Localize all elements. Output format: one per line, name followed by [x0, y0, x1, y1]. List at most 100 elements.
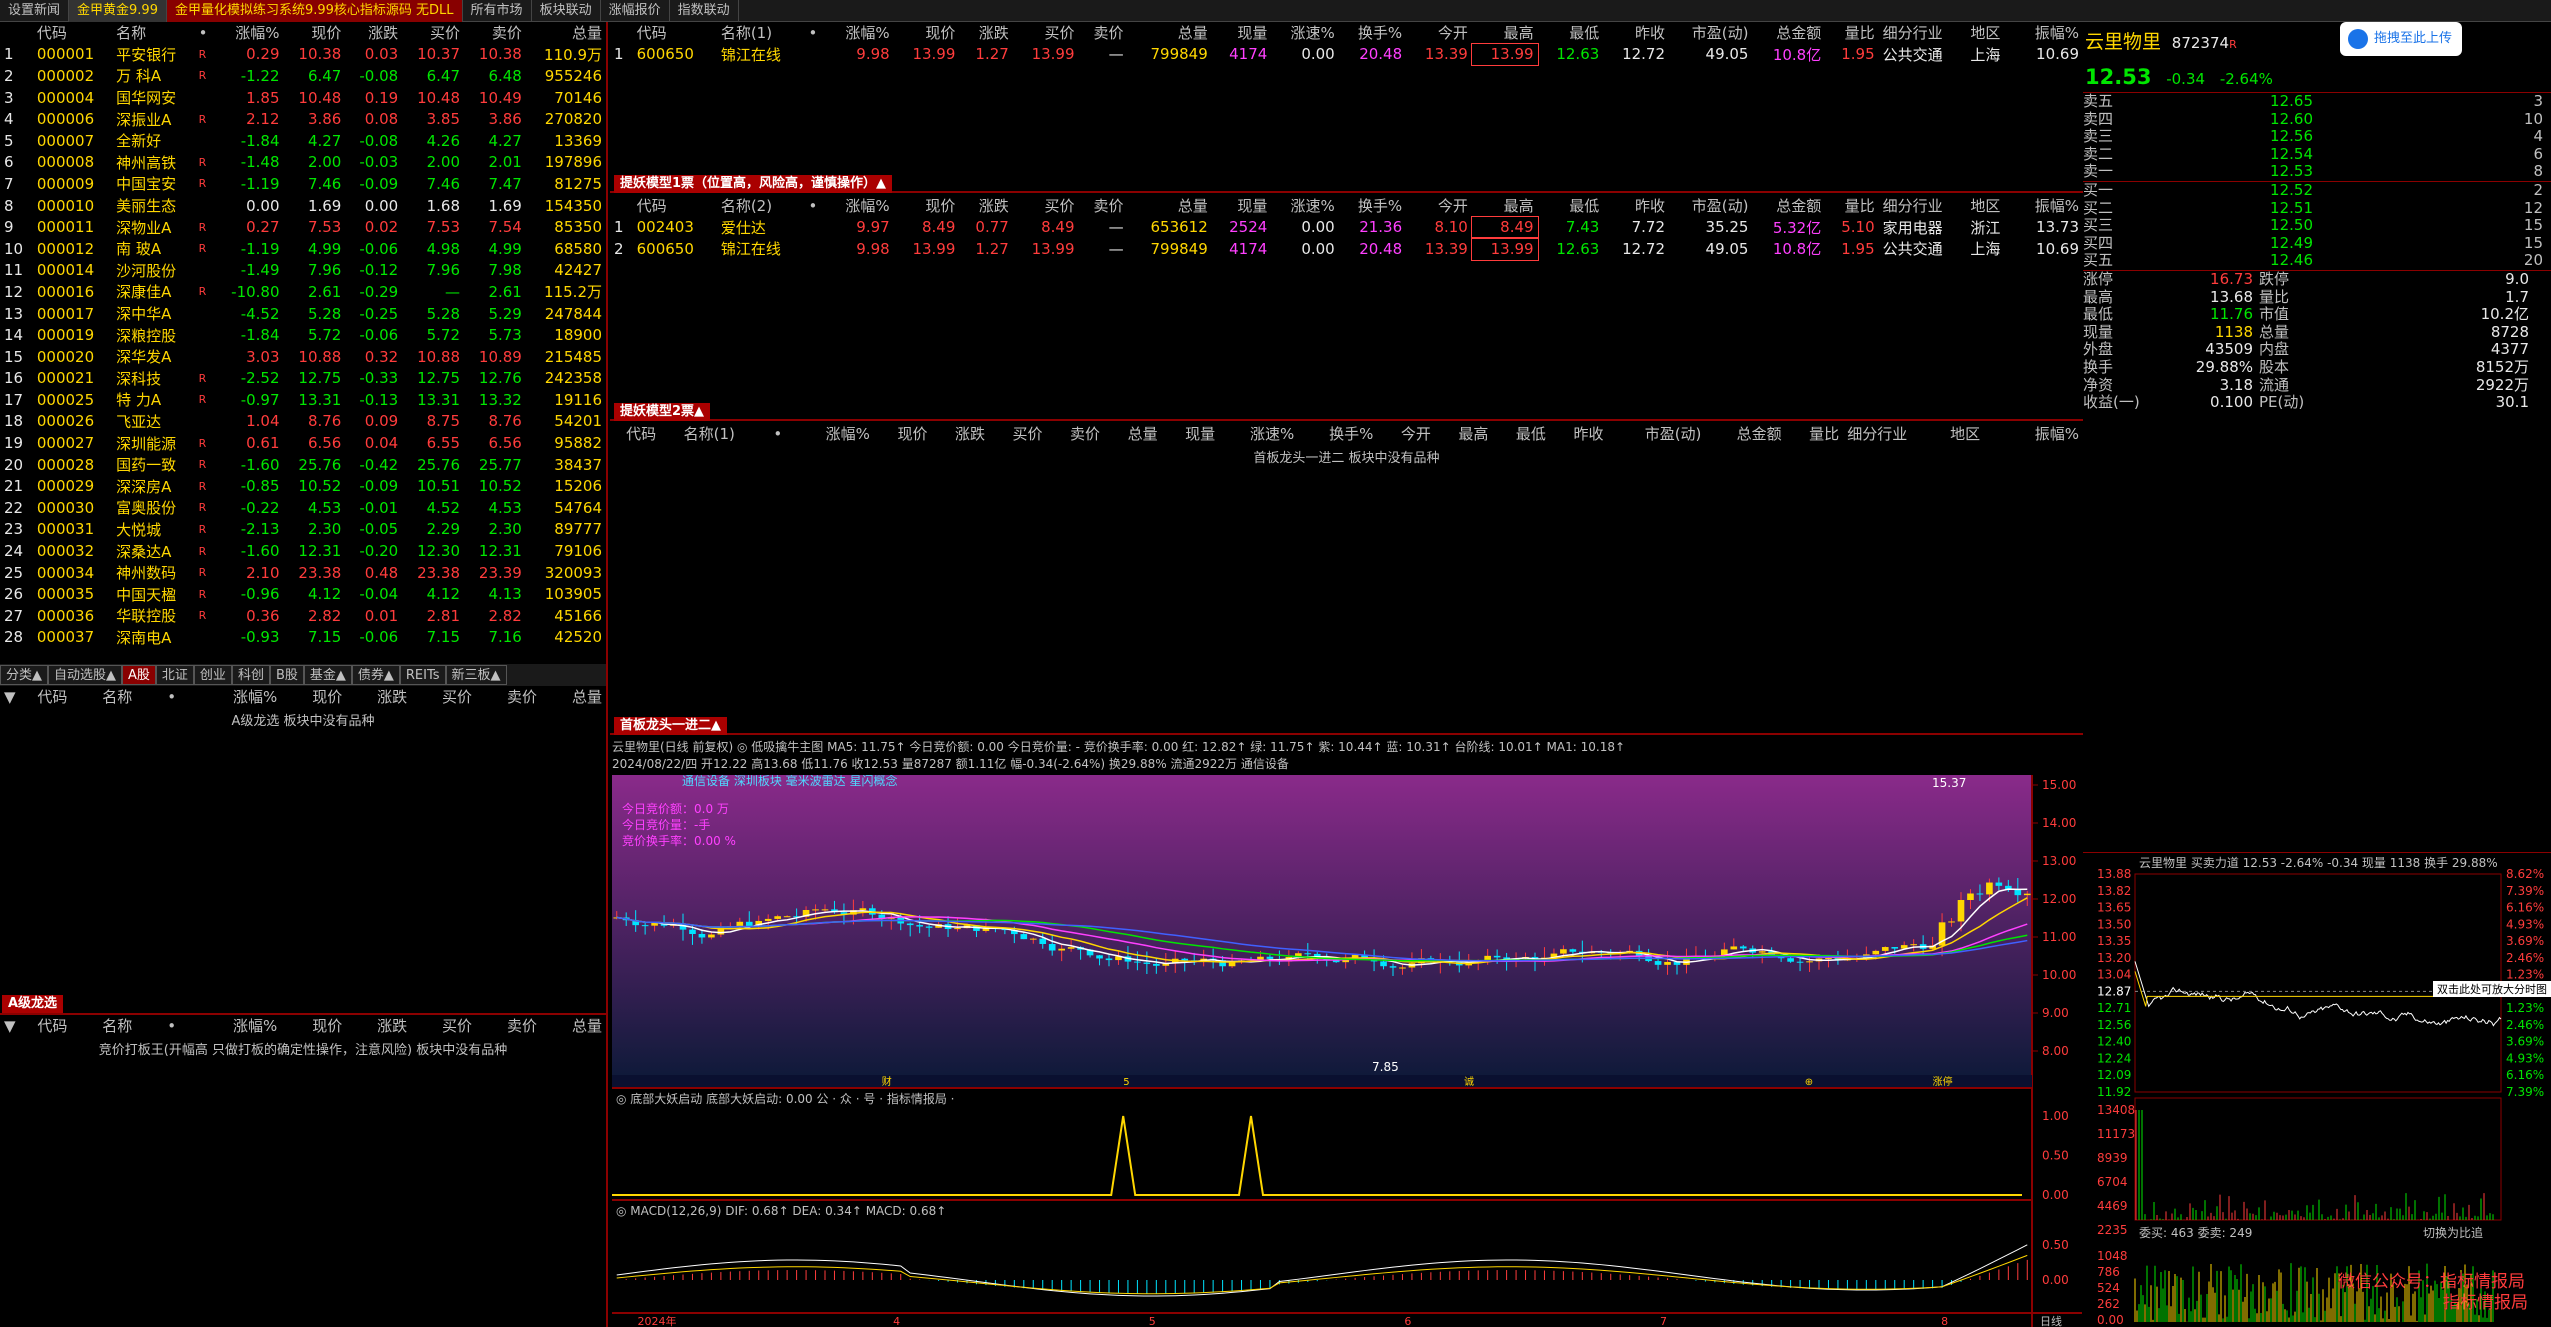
col-header[interactable]: 现量: [1212, 22, 1272, 44]
book-row[interactable]: 卖三 12.56 4: [2083, 128, 2551, 146]
tab-news[interactable]: 设置新闻: [0, 0, 70, 22]
col-header[interactable]: 现价: [894, 22, 960, 44]
left-col-header[interactable]: [0, 22, 33, 44]
left-col-header[interactable]: 卖价: [464, 22, 526, 44]
table-row[interactable]: 19 000027 深圳能源 R 0.61 6.56 0.04 6.55 6.56 95882: [0, 432, 606, 454]
table-row[interactable]: 7 000009 中国宝安 R -1.19 7.46 -0.09 7.46 7.47 81275: [0, 173, 606, 195]
expand-icon[interactable]: ▼: [0, 686, 33, 708]
col-header[interactable]: 市盈(动): [1669, 22, 1752, 44]
col-header[interactable]: 总量: [541, 1015, 606, 1037]
tab-quant[interactable]: 金甲量化模拟练习系统9.99核心指标源码 无DLL: [166, 0, 463, 22]
left-col-header[interactable]: 现价: [284, 22, 346, 44]
col-header[interactable]: [610, 195, 633, 217]
col-header[interactable]: 名称: [98, 1015, 163, 1037]
market-subtab[interactable]: 分类▲: [0, 665, 48, 685]
col-header[interactable]: 涨幅%: [192, 1015, 281, 1037]
col-header[interactable]: 细分行业: [1843, 423, 1946, 445]
col-header[interactable]: 代码: [622, 423, 680, 445]
col-header[interactable]: 涨速%: [1271, 195, 1338, 217]
table-row[interactable]: 5 000007 全新好 -1.84 4.27 -0.08 4.26 4.27 13369: [0, 130, 606, 152]
col-header[interactable]: •: [769, 423, 795, 445]
book-row[interactable]: 买五 12.46 20: [2083, 252, 2551, 270]
table-row[interactable]: 1 002403 爱仕达 9.97 8.49 0.77 8.49 — 653612 2524 0.0…: [610, 215, 2083, 240]
col-header[interactable]: 今开: [1406, 195, 1472, 217]
table-row[interactable]: 4 000006 深振业A R 2.12 3.86 0.08 3.85 3.86 270820: [0, 108, 606, 130]
col-header[interactable]: 昨收: [1603, 195, 1669, 217]
tab-rise-quote[interactable]: 涨幅报价: [601, 0, 670, 22]
col-header[interactable]: 昨收: [1603, 22, 1669, 44]
col-header[interactable]: 买价: [411, 686, 476, 708]
expand-icon[interactable]: ▼: [0, 1015, 33, 1037]
table-row[interactable]: 2 600650 锦江在线 9.98 13.99 1.27 13.99 — 799849 4174…: [610, 237, 2083, 261]
col-header[interactable]: 总金额: [1705, 423, 1785, 445]
col-header[interactable]: 总金额: [1752, 22, 1825, 44]
book-row[interactable]: 卖一 12.53 8: [2083, 163, 2551, 181]
col-header[interactable]: 最高: [1472, 22, 1538, 44]
col-header[interactable]: 总量: [541, 686, 606, 708]
col-header[interactable]: •: [163, 1015, 192, 1037]
tab-all-market[interactable]: 所有市场: [463, 0, 532, 22]
col-header[interactable]: 最低: [1492, 423, 1550, 445]
col-header[interactable]: 买价: [989, 423, 1047, 445]
book-row[interactable]: 卖四 12.60 10: [2083, 110, 2551, 129]
col-header[interactable]: 振幅%: [2015, 22, 2083, 44]
left-col-header[interactable]: •: [195, 22, 215, 44]
col-header[interactable]: 量比: [1825, 22, 1878, 44]
upload-button[interactable]: 拖拽至此上传: [2340, 22, 2462, 56]
col-header[interactable]: 代码: [33, 1015, 98, 1037]
tab-sector[interactable]: 板块联动: [532, 0, 601, 22]
table-row[interactable]: 20 000028 国药一致 R -1.60 25.76 -0.42 25.76 25.77 38…: [0, 454, 606, 476]
col-header[interactable]: 市盈(动): [1607, 423, 1705, 445]
book-row[interactable]: 卖五 12.65 3: [2083, 92, 2551, 111]
col-header[interactable]: 买价: [411, 1015, 476, 1037]
col-header[interactable]: 总量: [1128, 195, 1212, 217]
market-subtab[interactable]: 债券▲: [351, 665, 400, 685]
kline-chart[interactable]: 15.00 14.00 13.00 12.00 11.00 10.00 9.00 8.00 通信…: [612, 775, 2082, 1327]
col-header[interactable]: 涨速%: [1271, 22, 1338, 44]
col-header[interactable]: 换手%: [1298, 423, 1377, 445]
col-header[interactable]: 现价: [281, 686, 346, 708]
col-header[interactable]: 卖价: [1079, 22, 1128, 44]
market-subtab[interactable]: 自动选股▲: [48, 665, 122, 685]
table-row[interactable]: 25 000034 神州数码 R 2.10 23.38 0.48 23.38 23.39 3200…: [0, 562, 606, 584]
left-col-header[interactable]: 买价: [402, 22, 464, 44]
table-row[interactable]: 23 000031 大悦城 R -2.13 2.30 -0.05 2.29 2.30 89777: [0, 519, 606, 541]
table-row[interactable]: 18 000026 飞亚达 1.04 8.76 0.09 8.75 8.76 54201: [0, 411, 606, 433]
table-row[interactable]: 1 000001 平安银行 R 0.29 10.38 0.03 10.37 10.38 110.9…: [0, 44, 606, 66]
col-header[interactable]: 涨幅%: [826, 22, 893, 44]
col-header[interactable]: 今开: [1406, 22, 1472, 44]
market-subtab[interactable]: B股: [269, 665, 304, 685]
col-header[interactable]: 涨跌: [959, 195, 1012, 217]
table-row[interactable]: 14 000019 深粮控股 -1.84 5.72 -0.06 5.72 5.73 18900: [0, 324, 606, 346]
left-col-header[interactable]: 涨幅%: [215, 22, 283, 44]
table-row[interactable]: 21 000029 深深房A R -0.85 10.52 -0.09 10.51 10.52 15…: [0, 475, 606, 497]
col-header[interactable]: 现量: [1162, 423, 1220, 445]
col-header[interactable]: 最高: [1472, 195, 1538, 217]
section3-title[interactable]: 提妖模型2票▲: [614, 403, 711, 421]
event-marker[interactable]: 5: [1123, 1077, 1129, 1088]
col-header[interactable]: [610, 423, 622, 445]
market-subtab[interactable]: 基金▲: [303, 665, 352, 685]
book-row[interactable]: 卖二 12.54 6: [2083, 145, 2551, 164]
col-header[interactable]: 代码: [633, 22, 717, 44]
left-col-header[interactable]: 代码: [33, 22, 112, 44]
col-header[interactable]: 最低: [1538, 195, 1604, 217]
col-header[interactable]: 涨跌: [346, 686, 411, 708]
book-row[interactable]: 买三 12.50 15: [2083, 217, 2551, 235]
table-row[interactable]: 22 000030 富奥股份 R -0.22 4.53 -0.01 4.52 4.53 54764: [0, 497, 606, 519]
book-row[interactable]: 买一 12.52 2: [2083, 181, 2551, 200]
table-row[interactable]: 26 000035 中国天楹 R -0.96 4.12 -0.04 4.12 4.13 10390…: [0, 583, 606, 605]
event-marker[interactable]: 涨停: [1933, 1075, 1953, 1088]
intraday-chart[interactable]: 云里物里 买卖力道 12.53 -2.64% -0.34 现量 1138 换手 …: [2083, 852, 2551, 1327]
table-row[interactable]: 11 000014 沙河股份 -1.49 7.96 -0.12 7.96 7.98 42427: [0, 260, 606, 282]
market-subtab[interactable]: 北证: [155, 665, 194, 685]
mini-switch-button[interactable]: 切换为比追: [2423, 1225, 2483, 1240]
table-row[interactable]: 9 000011 深物业A R 0.27 7.53 0.02 7.53 7.54 85350: [0, 216, 606, 238]
tab-index[interactable]: 指数联动: [670, 0, 739, 22]
col-header[interactable]: 卖价: [476, 686, 541, 708]
col-header[interactable]: 卖价: [1079, 195, 1128, 217]
col-header[interactable]: [610, 22, 633, 44]
col-header[interactable]: 总量: [1104, 423, 1162, 445]
col-header[interactable]: 总金额: [1752, 195, 1825, 217]
col-header[interactable]: 地区: [1966, 22, 2015, 44]
